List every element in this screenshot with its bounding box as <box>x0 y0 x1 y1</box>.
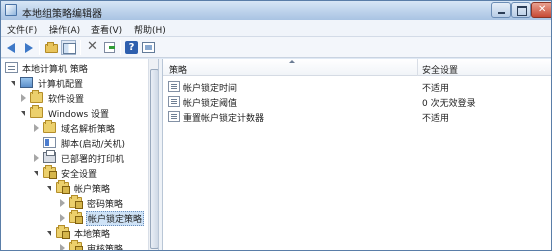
toolbar-separator <box>120 40 121 55</box>
expand-arrow-icon[interactable] <box>34 124 39 132</box>
script-icon <box>43 137 56 148</box>
group-policy-editor-window: 本地组策略编辑器 文件(F) 操作(A) 查看(V) 帮助(H) ✕ <box>0 0 552 251</box>
column-divider[interactable] <box>417 59 418 76</box>
menu-action[interactable]: 操作(A) <box>49 23 80 36</box>
collapse-arrow-icon[interactable] <box>34 171 38 176</box>
back-arrow-icon <box>7 43 15 53</box>
folder-up-icon <box>45 42 58 53</box>
tree-item-label: 已部署的打印机 <box>61 155 125 165</box>
menu-bar: 文件(F) 操作(A) 查看(V) 帮助(H) <box>1 20 551 37</box>
expand-arrow-icon[interactable] <box>60 199 65 207</box>
tree-item-label: 域名解析策略 <box>61 125 116 135</box>
policy-setting: 不适用 <box>422 84 450 94</box>
tree-item-label: 帐户锁定策略 <box>86 211 145 226</box>
export-icon <box>104 42 115 53</box>
security-folder-icon <box>69 240 83 250</box>
tree-item-label: 计算机配置 <box>38 80 84 90</box>
policy-list: 策略 安全设置 帐户锁定时间 不适用 帐户锁定阈值 0 次无效登录 重置帐户锁定… <box>163 59 551 250</box>
policy-icon <box>5 62 18 73</box>
list-row[interactable]: 帐户锁定阈值 0 次无效登录 <box>163 94 551 109</box>
delete-button[interactable]: ✕ <box>85 39 100 55</box>
security-folder-icon <box>69 195 83 209</box>
tree-item-label: 审核策略 <box>87 245 124 251</box>
list-row[interactable]: 帐户锁定时间 不适用 <box>163 79 551 94</box>
menu-help[interactable]: 帮助(H) <box>134 23 166 36</box>
forward-arrow-icon <box>25 43 33 53</box>
policy-name: 重置帐户锁定计数器 <box>183 114 265 124</box>
expand-arrow-icon[interactable] <box>21 94 26 102</box>
forward-button[interactable] <box>21 40 36 55</box>
collapse-arrow-icon[interactable] <box>47 231 51 236</box>
close-button[interactable] <box>531 2 551 18</box>
policy-item-icon <box>168 96 180 107</box>
tree-item-label: 软件设置 <box>48 95 85 105</box>
tree-scrollbar[interactable] <box>148 59 158 250</box>
menu-view[interactable]: 查看(V) <box>91 23 122 36</box>
help-icon: ? <box>125 41 138 54</box>
tree-item-label: 脚本(启动/关机) <box>61 140 126 150</box>
navigation-tree: 本地计算机 策略 计算机配置 软件设置 Windows 设置 域名解析策略 脚本… <box>1 59 159 251</box>
policy-name: 帐户锁定阈值 <box>183 99 238 109</box>
folder-icon <box>30 105 43 118</box>
show-pane-icon <box>63 43 76 54</box>
expand-arrow-icon[interactable] <box>60 214 65 222</box>
tree-item-label: Windows 设置 <box>48 110 110 120</box>
view-icon <box>142 42 155 53</box>
security-folder-icon <box>43 165 57 179</box>
tree-item-label: 帐户策略 <box>74 185 111 195</box>
list-row[interactable]: 重置帐户锁定计数器 不适用 <box>163 109 551 124</box>
column-header-policy[interactable]: 策略 <box>169 63 187 76</box>
toolbar: ✕ ? <box>1 37 551 58</box>
policy-item-icon <box>168 111 180 122</box>
collapse-arrow-icon[interactable] <box>11 81 15 86</box>
up-one-level-button[interactable] <box>44 40 59 55</box>
window-title: 本地组策略编辑器 <box>22 9 102 20</box>
tree-item-label: 本地策略 <box>74 230 111 240</box>
export-list-button[interactable] <box>102 40 117 55</box>
app-icon <box>5 4 17 16</box>
sort-ascending-icon <box>289 60 295 63</box>
folder-icon <box>43 120 56 133</box>
minimize-button[interactable] <box>491 2 511 18</box>
delete-icon: ✕ <box>87 39 98 54</box>
policy-setting: 0 次无效登录 <box>422 99 476 109</box>
printer-icon <box>43 150 56 163</box>
tree-item-label: 密码策略 <box>87 200 124 210</box>
help-button[interactable]: ? <box>124 40 139 55</box>
policy-setting: 不适用 <box>422 114 450 124</box>
security-folder-icon <box>69 210 83 224</box>
tree-item-label: 本地计算机 策略 <box>22 65 88 75</box>
menu-file[interactable]: 文件(F) <box>7 23 37 36</box>
list-header: 策略 安全设置 <box>163 59 551 76</box>
collapse-arrow-icon[interactable] <box>21 111 25 116</box>
computer-icon <box>20 77 33 88</box>
expand-arrow-icon[interactable] <box>60 244 65 250</box>
folder-icon <box>30 90 43 103</box>
show-hide-tree-button[interactable] <box>61 40 76 55</box>
security-folder-icon <box>56 225 70 239</box>
expand-arrow-icon[interactable] <box>34 154 39 162</box>
maximize-button[interactable] <box>511 2 531 18</box>
tree-item-label: 安全设置 <box>61 170 98 180</box>
toolbar-separator <box>80 40 81 55</box>
title-bar[interactable]: 本地组策略编辑器 <box>1 1 551 20</box>
view-button[interactable] <box>141 40 156 55</box>
toolbar-separator <box>39 40 40 55</box>
main-content: 本地计算机 策略 计算机配置 软件设置 Windows 设置 域名解析策略 脚本… <box>1 59 551 251</box>
policy-item-icon <box>168 81 180 92</box>
back-button[interactable] <box>5 40 20 55</box>
policy-name: 帐户锁定时间 <box>183 84 238 94</box>
tree-scrollbar-thumb[interactable] <box>150 69 158 249</box>
column-header-security-setting[interactable]: 安全设置 <box>422 63 458 76</box>
collapse-arrow-icon[interactable] <box>47 186 51 191</box>
security-folder-icon <box>56 180 70 194</box>
